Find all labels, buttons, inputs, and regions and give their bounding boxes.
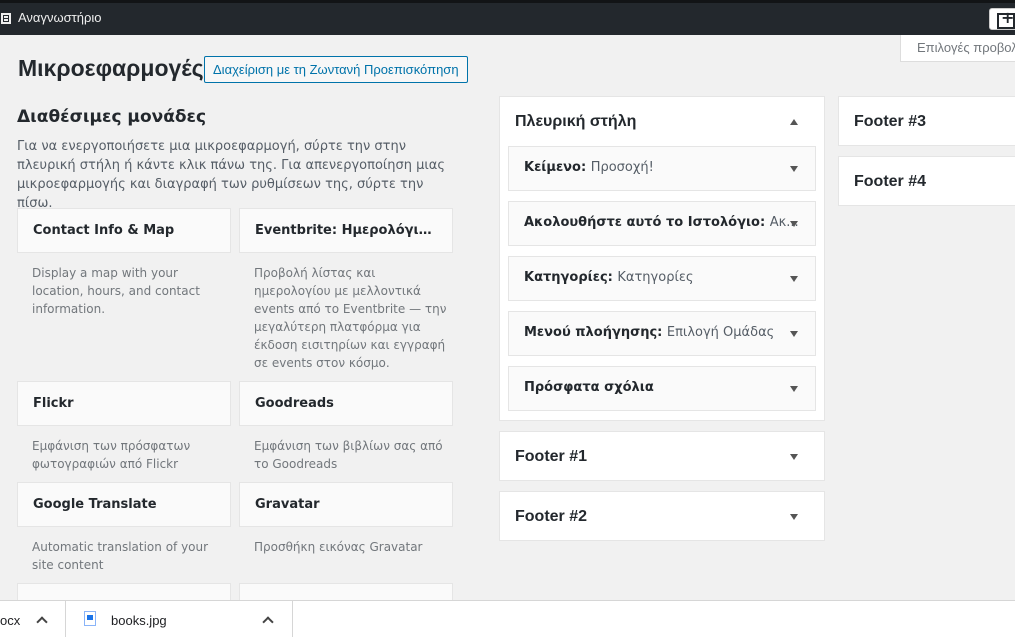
- sidebar-footer4-title[interactable]: Footer #4: [854, 173, 926, 191]
- site-name-link[interactable]: Αναγνωστήριο: [18, 10, 102, 25]
- download-filename: ocx: [0, 613, 21, 628]
- available-widgets-description: Για να ενεργοποιήσετε μια μικροεφαρμογή,…: [17, 139, 446, 211]
- sidebar-footer2-panel[interactable]: Footer #2: [499, 491, 825, 541]
- widget-gravatar[interactable]: Gravatar: [239, 482, 453, 527]
- sidebar-footer2-title[interactable]: Footer #2: [515, 508, 587, 526]
- sidebar-widget-recent-comments[interactable]: Πρόσφατα σχόλια: [508, 366, 816, 411]
- expand-icon[interactable]: [790, 276, 798, 282]
- live-preview-button[interactable]: Διαχείριση με τη Ζωντανή Προεπισκόπηση: [204, 56, 468, 83]
- image-file-icon: [84, 611, 96, 626]
- sidebar-widget-nav-menu[interactable]: Μενού πλοήγησης: Επιλογή Ομάδας: [508, 311, 816, 356]
- widget-flickr[interactable]: Flickr: [17, 381, 231, 426]
- widget-goodreads[interactable]: Goodreads: [239, 381, 453, 426]
- sidebar-main-title[interactable]: Πλευρική στήλη: [515, 113, 636, 131]
- expand-icon[interactable]: [790, 221, 798, 227]
- sidebar-widget-follow-blog[interactable]: Ακολουθήστε αυτό το Ιστολόγιο: Ακ...: [508, 201, 816, 246]
- download-bar: ocx books.jpg: [0, 600, 1015, 637]
- expand-icon[interactable]: [790, 454, 798, 460]
- screen-options-tab[interactable]: Επιλογές προβολής: [900, 35, 1015, 62]
- sidebar-footer1-title[interactable]: Footer #1: [515, 448, 587, 466]
- sidebar-footer3-title[interactable]: Footer #3: [854, 113, 926, 131]
- chevron-up-icon[interactable]: [262, 616, 274, 628]
- expand-icon[interactable]: [790, 386, 798, 392]
- widget-description: Εμφάνιση των πρόσφατων φωτογραφιών από F…: [32, 439, 191, 471]
- sidebar-main-panel: Πλευρική στήλη Κείμενο: Προσοχή! Ακολουθ…: [499, 96, 825, 421]
- page-title: Μικροεφαρμογές: [18, 55, 204, 81]
- expand-icon[interactable]: [790, 514, 798, 520]
- collapse-icon[interactable]: [790, 119, 798, 125]
- sidebar-footer4-panel[interactable]: Footer #4: [838, 156, 1015, 206]
- expand-icon[interactable]: [790, 331, 798, 337]
- sidebar-widget-text[interactable]: Κείμενο: Προσοχή!: [508, 146, 816, 191]
- download-item[interactable]: ocx: [0, 601, 66, 637]
- new-content-icon[interactable]: [989, 8, 1015, 30]
- expand-icon[interactable]: [790, 166, 798, 172]
- sidebar-widget-categories[interactable]: Κατηγορίες: Κατηγορίες: [508, 256, 816, 301]
- download-item[interactable]: books.jpg: [66, 601, 293, 637]
- widget-google-translate[interactable]: Google Translate: [17, 482, 231, 527]
- widget-description: Automatic translation of your site conte…: [32, 540, 209, 572]
- download-filename: books.jpg: [111, 613, 167, 628]
- widget-description: Προβολή λίστας και ημερολογίου με μελλον…: [254, 266, 447, 370]
- widget-description: Προσθήκη εικόνας Gravatar: [254, 540, 423, 554]
- available-widgets-title: Διαθέσιμες μονάδες: [17, 107, 207, 127]
- sidebar-footer1-panel[interactable]: Footer #1: [499, 431, 825, 481]
- widget-description: Εμφάνιση των βιβλίων σας από το Goodread…: [254, 439, 443, 471]
- widget-eventbrite[interactable]: Eventbrite: Ημερολόγιο/λίστα: [239, 208, 453, 253]
- site-icon[interactable]: [1, 13, 11, 24]
- widget-contact-info-map[interactable]: Contact Info & Map: [17, 208, 231, 253]
- chevron-up-icon[interactable]: [36, 616, 48, 628]
- widget-description: Display a map with your location, hours,…: [32, 266, 200, 316]
- sidebar-footer3-panel[interactable]: Footer #3: [838, 96, 1015, 146]
- admin-bar: Αναγνωστήριο: [0, 0, 1015, 35]
